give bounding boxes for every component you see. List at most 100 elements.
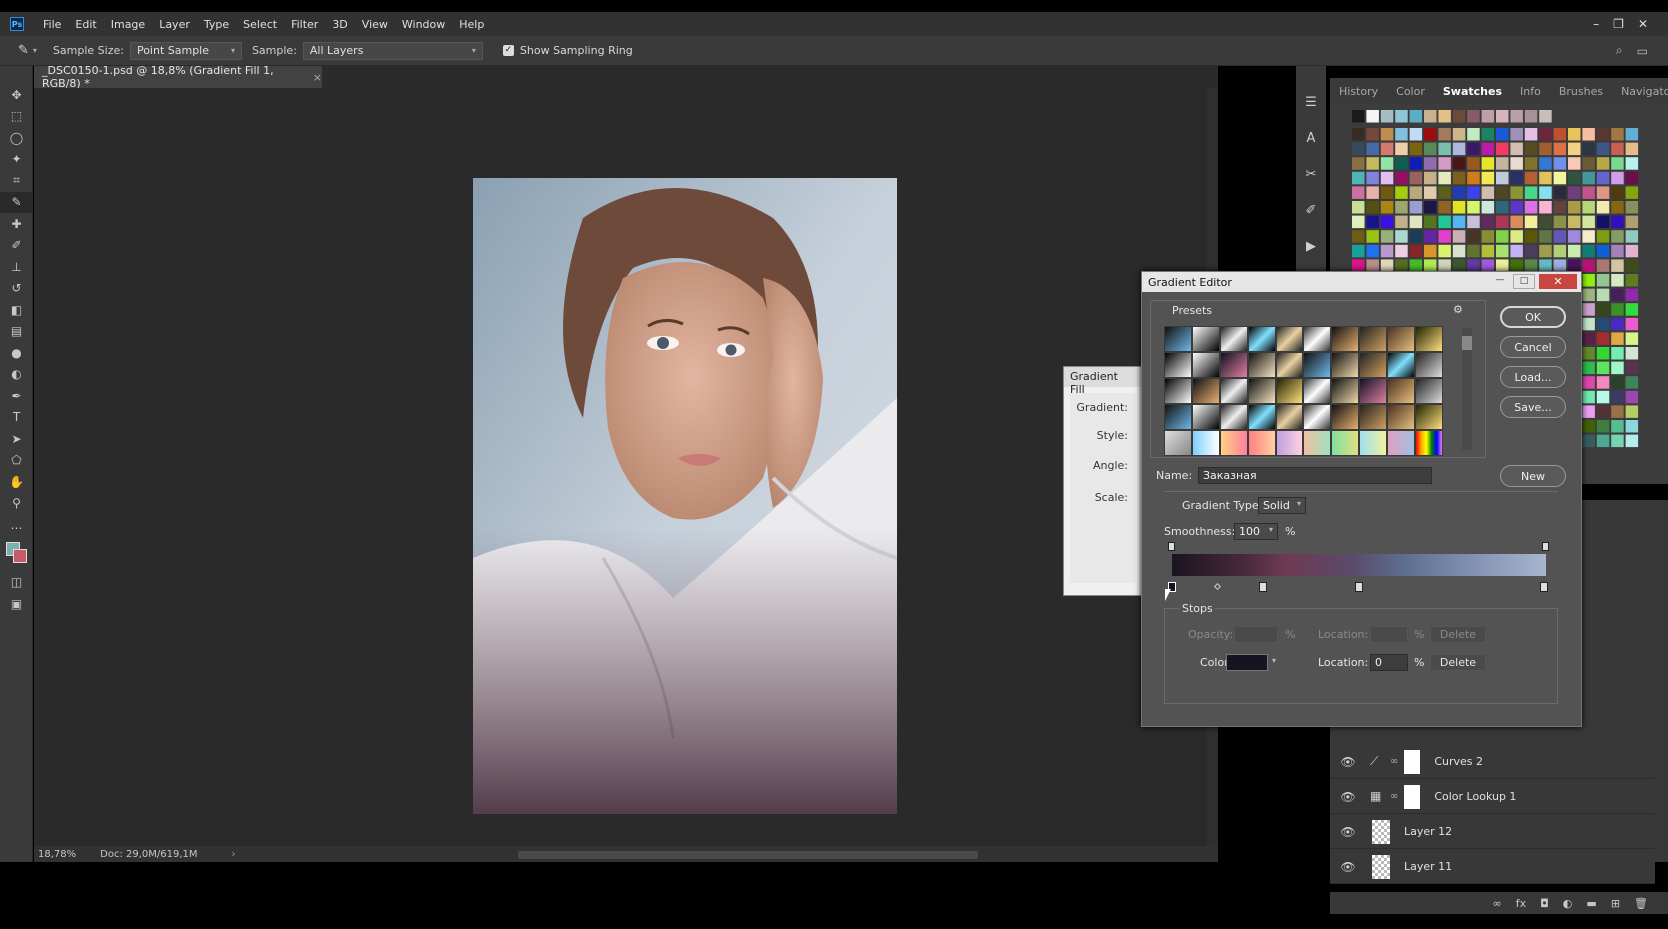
swatch[interactable] [1611,259,1624,272]
presets-scrollbar[interactable] [1462,328,1472,450]
swatch[interactable] [1611,405,1624,418]
gradient-preset[interactable] [1415,404,1443,430]
swatch[interactable] [1438,230,1451,243]
swatch[interactable] [1452,171,1466,185]
minimize-button[interactable]: – [1593,17,1599,31]
swatch[interactable] [1424,230,1437,243]
swatch[interactable] [1452,186,1466,199]
gradient-preset[interactable] [1359,326,1388,352]
swatch[interactable] [1611,390,1624,404]
swatch[interactable] [1524,110,1538,123]
gradient-preset[interactable] [1164,326,1192,352]
swatch[interactable] [1625,201,1639,214]
swatch[interactable] [1582,434,1595,448]
move-tool-icon[interactable]: ✥ [0,84,33,106]
gradient-preset[interactable] [1331,326,1360,352]
swatch[interactable] [1611,361,1624,375]
swatch[interactable] [1496,110,1509,123]
tab-navigator[interactable]: Navigator [1612,85,1668,98]
swatch[interactable] [1380,186,1394,199]
gradient-preset[interactable] [1303,326,1332,352]
swatch[interactable] [1568,201,1581,214]
gradient-preset[interactable] [1191,404,1220,430]
swatch[interactable] [1467,128,1480,141]
swatch[interactable] [1380,142,1394,156]
crop-tool-icon[interactable]: ⌗ [0,170,33,192]
swatch[interactable] [1625,420,1639,433]
properties-icon[interactable]: ☰ [1296,84,1326,120]
brush-settings-icon[interactable]: ✐ [1296,192,1326,228]
gradient-type-select[interactable]: Solid ▾ [1258,497,1306,514]
swatch[interactable] [1380,128,1394,141]
gradient-preset[interactable] [1387,352,1416,378]
swatch[interactable] [1582,274,1595,287]
gradient-preset[interactable] [1387,430,1416,456]
visibility-eye-icon[interactable]: 👁 [1334,790,1362,804]
swatch[interactable] [1395,157,1408,170]
presets-grid[interactable] [1164,326,1443,456]
swatch[interactable] [1452,201,1466,214]
swatch[interactable] [1596,186,1610,199]
swatch[interactable] [1582,303,1595,316]
swatch[interactable] [1539,244,1552,258]
swatch[interactable] [1496,128,1509,141]
swatch[interactable] [1452,128,1466,141]
color-midpoint[interactable] [1213,582,1222,591]
swatch[interactable] [1366,215,1379,229]
gear-icon[interactable]: ⚙ [1453,303,1463,316]
swatch[interactable] [1366,128,1379,141]
smoothness-input[interactable]: 100 ▾ [1234,523,1278,540]
swatch[interactable] [1539,230,1552,243]
swatch[interactable] [1380,201,1394,214]
gradient-preset[interactable] [1247,404,1276,430]
swatch[interactable] [1424,157,1437,170]
gradient-preset[interactable] [1247,352,1276,378]
swatch[interactable] [1611,128,1624,141]
gradient-preset[interactable] [1247,430,1276,456]
swatch[interactable] [1380,157,1394,170]
brush-tool-icon[interactable]: ✐ [0,235,33,257]
swatch[interactable] [1568,230,1581,243]
gradient-preset[interactable] [1247,378,1276,404]
gradient-preset[interactable] [1303,430,1332,456]
gradient-preview-bar[interactable] [1172,554,1546,576]
swatch[interactable] [1366,201,1379,214]
character-icon[interactable]: A [1296,120,1326,156]
gradient-preset[interactable] [1303,352,1332,378]
swatch[interactable] [1510,186,1523,199]
swatch[interactable] [1452,110,1466,123]
menu-file[interactable]: File [36,18,68,31]
new-layer-icon[interactable]: ⊞ [1611,897,1620,910]
swatch[interactable] [1625,376,1639,389]
gradient-preset[interactable] [1164,404,1192,430]
gradient-preset[interactable] [1387,378,1416,404]
swatch[interactable] [1568,186,1581,199]
gradient-preset[interactable] [1219,430,1248,456]
layer-name[interactable]: Color Lookup 1 [1434,790,1516,803]
swatch[interactable] [1424,215,1437,229]
swatch[interactable] [1352,157,1365,170]
swatch[interactable] [1452,230,1466,243]
swatch[interactable] [1625,244,1639,258]
swatch[interactable] [1582,142,1595,156]
tab-brushes[interactable]: Brushes [1550,85,1612,98]
swatch[interactable] [1611,157,1624,170]
swatch[interactable] [1625,230,1639,243]
gradient-preset[interactable] [1415,326,1443,352]
chevron-down-icon[interactable]: ▾ [1272,656,1276,665]
gradient-preset[interactable] [1219,326,1248,352]
menu-help[interactable]: Help [452,18,491,31]
swatch[interactable] [1452,157,1466,170]
swatch[interactable] [1553,157,1567,170]
pen-tool-icon[interactable]: ✒ [0,385,33,407]
swatch[interactable] [1582,128,1595,141]
link-layers-icon[interactable]: ∞ [1493,897,1502,910]
swatch[interactable] [1596,244,1610,258]
gradient-preset[interactable] [1275,326,1304,352]
swatch[interactable] [1625,332,1639,345]
gradient-preset[interactable] [1331,404,1360,430]
swatch[interactable] [1438,201,1451,214]
swatch[interactable] [1510,128,1523,141]
swatch[interactable] [1582,376,1595,389]
eyedropper-icon[interactable]: ✎ [18,43,29,58]
